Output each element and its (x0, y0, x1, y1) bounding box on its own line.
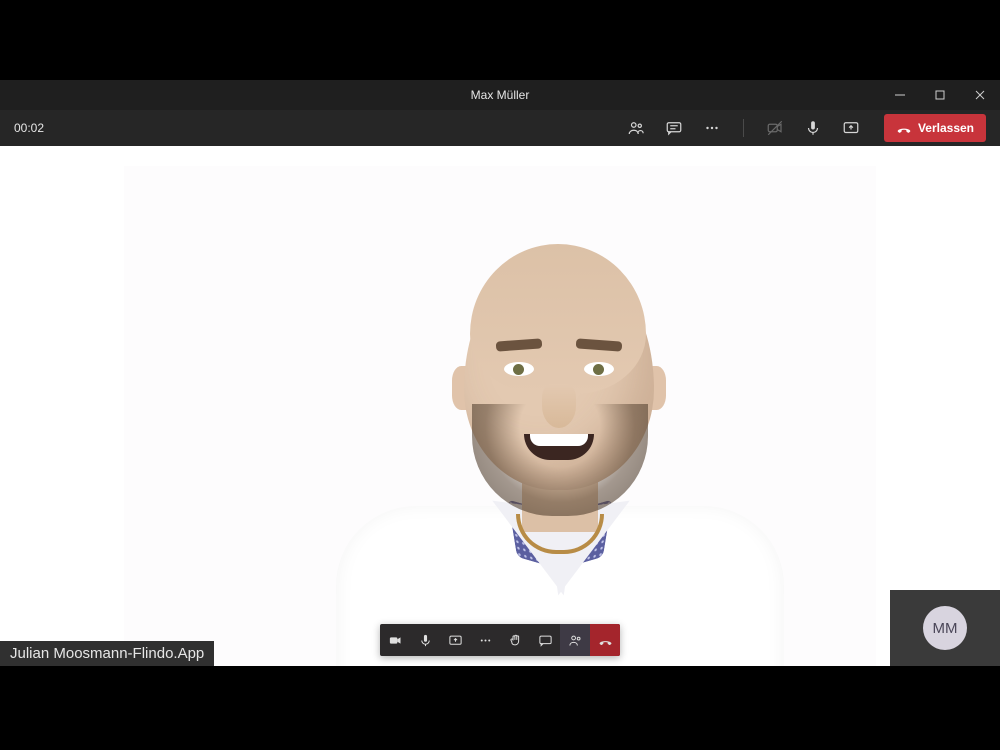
self-preview[interactable]: MM (890, 590, 1000, 666)
chat-icon (538, 633, 553, 648)
hangup-icon (598, 633, 613, 648)
share-button[interactable] (838, 115, 864, 141)
call-toolbar: 00:02 (0, 110, 1000, 146)
maximize-button[interactable] (920, 80, 960, 110)
ellipsis-icon (478, 633, 493, 648)
chat-button[interactable] (661, 115, 687, 141)
maximize-icon (934, 89, 946, 101)
close-icon (974, 89, 986, 101)
mini-mic-button[interactable] (410, 624, 440, 656)
mic-button[interactable] (800, 115, 826, 141)
call-timer: 00:02 (14, 121, 44, 135)
mini-camera-button[interactable] (380, 624, 410, 656)
chat-icon (665, 119, 683, 137)
camera-icon (388, 633, 403, 648)
participants-button[interactable] (623, 115, 649, 141)
presenter-caption: Julian Moosmann-Flindo.App (0, 641, 214, 666)
mini-participants-button[interactable] (560, 624, 590, 656)
minimize-icon (894, 89, 906, 101)
call-window: Max Müller 00:02 (0, 80, 1000, 666)
camera-off-icon (766, 119, 784, 137)
share-screen-icon (448, 633, 463, 648)
share-screen-icon (842, 119, 860, 137)
people-icon (627, 119, 645, 137)
leave-button[interactable]: Verlassen (884, 114, 986, 142)
raise-hand-icon (508, 633, 523, 648)
mini-raise-hand-button[interactable] (500, 624, 530, 656)
mini-more-button[interactable] (470, 624, 500, 656)
avatar: MM (923, 606, 967, 650)
window-titlebar: Max Müller (0, 80, 1000, 110)
mini-chat-button[interactable] (530, 624, 560, 656)
video-stage (0, 146, 1000, 666)
mini-hangup-button[interactable] (590, 624, 620, 656)
people-icon (568, 633, 583, 648)
minimize-button[interactable] (880, 80, 920, 110)
mic-icon (804, 119, 822, 137)
camera-button[interactable] (762, 115, 788, 141)
remote-video (124, 166, 876, 666)
mini-share-button[interactable] (440, 624, 470, 656)
mic-icon (418, 633, 433, 648)
ellipsis-icon (703, 119, 721, 137)
floating-call-controls (380, 624, 620, 656)
window-title: Max Müller (0, 88, 1000, 102)
leave-label: Verlassen (918, 121, 974, 135)
close-button[interactable] (960, 80, 1000, 110)
hangup-icon (896, 120, 912, 136)
toolbar-separator (743, 119, 744, 137)
more-options-button[interactable] (699, 115, 725, 141)
avatar-initials: MM (933, 620, 958, 637)
window-controls (880, 80, 1000, 110)
